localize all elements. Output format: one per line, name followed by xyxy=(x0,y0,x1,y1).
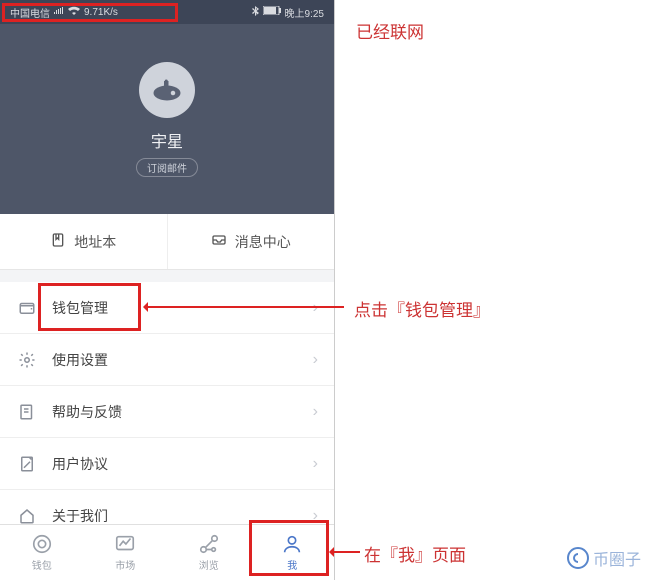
document-icon xyxy=(18,455,36,473)
about-label: 关于我们 xyxy=(52,506,108,526)
profile-header: 宇星 订阅邮件 xyxy=(0,24,334,214)
net-speed: 9.71K/s xyxy=(84,7,118,18)
tab-market-label: 市场 xyxy=(115,557,135,572)
signal-icon xyxy=(54,7,64,18)
address-book-button[interactable]: 地址本 xyxy=(0,214,167,269)
wallet-manage-row[interactable]: 钱包管理 › xyxy=(0,282,334,334)
coin-icon xyxy=(31,533,53,555)
wallet-icon xyxy=(18,299,36,317)
tab-wallet-label: 钱包 xyxy=(32,557,52,572)
quick-actions: 地址本 消息中心 xyxy=(0,214,334,270)
tab-market[interactable]: 市场 xyxy=(84,525,168,580)
agreement-label: 用户协议 xyxy=(52,454,108,474)
help-icon xyxy=(18,403,36,421)
wallet-manage-label: 钱包管理 xyxy=(52,298,108,318)
chevron-right-icon: › xyxy=(313,455,318,473)
chevron-right-icon: › xyxy=(313,403,318,421)
help-row[interactable]: 帮助与反馈 › xyxy=(0,386,334,438)
watermark-logo-icon xyxy=(567,547,589,569)
gear-icon xyxy=(18,351,36,369)
tab-wallet[interactable]: 钱包 xyxy=(0,525,84,580)
annotation-arrow-me xyxy=(332,551,360,553)
settings-row[interactable]: 使用设置 › xyxy=(0,334,334,386)
section-gap xyxy=(0,270,334,282)
watermark-text: 币圈子 xyxy=(593,546,641,570)
battery-icon xyxy=(263,6,281,18)
status-bar: 中国电信 9.71K/s 晚上9:25 xyxy=(0,0,334,24)
chevron-right-icon: › xyxy=(313,351,318,369)
watermark: 币圈子 xyxy=(567,546,641,570)
tab-me-label: 我 xyxy=(287,557,297,572)
tab-browse-label: 浏览 xyxy=(199,557,219,572)
username-label: 宇星 xyxy=(151,128,183,152)
tab-bar: 钱包 市场 浏览 我 xyxy=(0,524,334,580)
inbox-icon xyxy=(211,232,227,251)
annotation-label-me: 在『我』页面 xyxy=(364,541,466,566)
avatar[interactable] xyxy=(139,62,195,118)
subscribe-button[interactable]: 订阅邮件 xyxy=(136,158,198,177)
help-label: 帮助与反馈 xyxy=(52,402,122,422)
message-center-label: 消息中心 xyxy=(235,232,291,252)
person-icon xyxy=(281,533,303,555)
annotation-label-networked: 已经联网 xyxy=(356,18,424,43)
chevron-right-icon: › xyxy=(313,507,318,525)
bluetooth-icon xyxy=(252,6,259,19)
bookmark-icon xyxy=(50,232,66,251)
wifi-icon xyxy=(68,6,80,18)
nodes-icon xyxy=(198,533,220,555)
clock-label: 晚上9:25 xyxy=(285,5,324,20)
address-book-label: 地址本 xyxy=(74,232,116,252)
tab-browse[interactable]: 浏览 xyxy=(167,525,251,580)
message-center-button[interactable]: 消息中心 xyxy=(167,214,335,269)
settings-label: 使用设置 xyxy=(52,350,108,370)
tab-me[interactable]: 我 xyxy=(251,525,335,580)
home-icon xyxy=(18,507,36,525)
phone-screen: 中国电信 9.71K/s 晚上9:25 xyxy=(0,0,335,580)
chevron-right-icon: › xyxy=(313,299,318,317)
chart-icon xyxy=(114,533,136,555)
carrier-label: 中国电信 xyxy=(10,5,50,20)
annotation-label-wallet: 点击『钱包管理』 xyxy=(354,296,490,321)
submarine-icon xyxy=(149,72,185,108)
agreement-row[interactable]: 用户协议 › xyxy=(0,438,334,490)
